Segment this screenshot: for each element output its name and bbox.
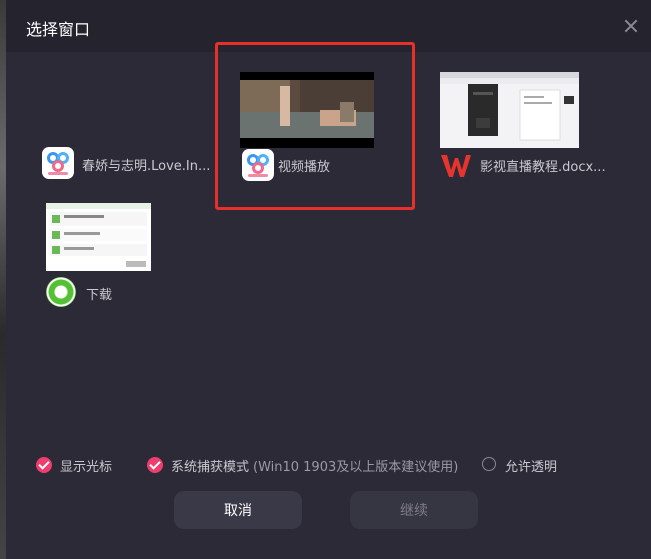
- window-item-download[interactable]: 下载: [46, 203, 156, 308]
- checkbox-unchecked-icon: [482, 457, 496, 471]
- checkbox-checked-icon: [36, 457, 52, 473]
- system-capture-label: 系统捕获模式: [171, 460, 250, 475]
- system-capture-checkbox[interactable]: 系统捕获模式 (Win10 1903及以上版本建议使用): [147, 456, 458, 475]
- cancel-button[interactable]: 取消: [174, 491, 302, 529]
- dialog-title: 选择窗口: [26, 20, 91, 39]
- window-label: 影视直播教程.docx...: [480, 160, 606, 175]
- show-cursor-label: 显示光标: [60, 460, 113, 475]
- select-window-dialog: 选择窗口 春娇与志明.Love.In... 视频播放 影视直播教程.docx..…: [6, 0, 651, 559]
- window-thumbnail: [46, 203, 151, 271]
- download-icon: [46, 277, 76, 307]
- video-player-icon: [42, 147, 74, 179]
- window-label: 下载: [86, 288, 113, 303]
- close-icon[interactable]: [621, 16, 641, 36]
- system-capture-hint: (Win10 1903及以上版本建议使用): [253, 460, 459, 475]
- checkbox-checked-icon: [147, 457, 163, 473]
- window-item-docx[interactable]: 影视直播教程.docx...: [440, 72, 620, 184]
- allow-transparent-label: 允许透明: [505, 460, 558, 475]
- continue-button[interactable]: 继续: [350, 491, 478, 529]
- wps-icon: [441, 155, 471, 177]
- selection-highlight-frame: [215, 42, 415, 210]
- window-label: 春娇与志明.Love.In...: [82, 159, 211, 174]
- window-thumbnail: [440, 72, 579, 148]
- window-item-chunjiao[interactable]: 春娇与志明.Love.In...: [42, 145, 212, 185]
